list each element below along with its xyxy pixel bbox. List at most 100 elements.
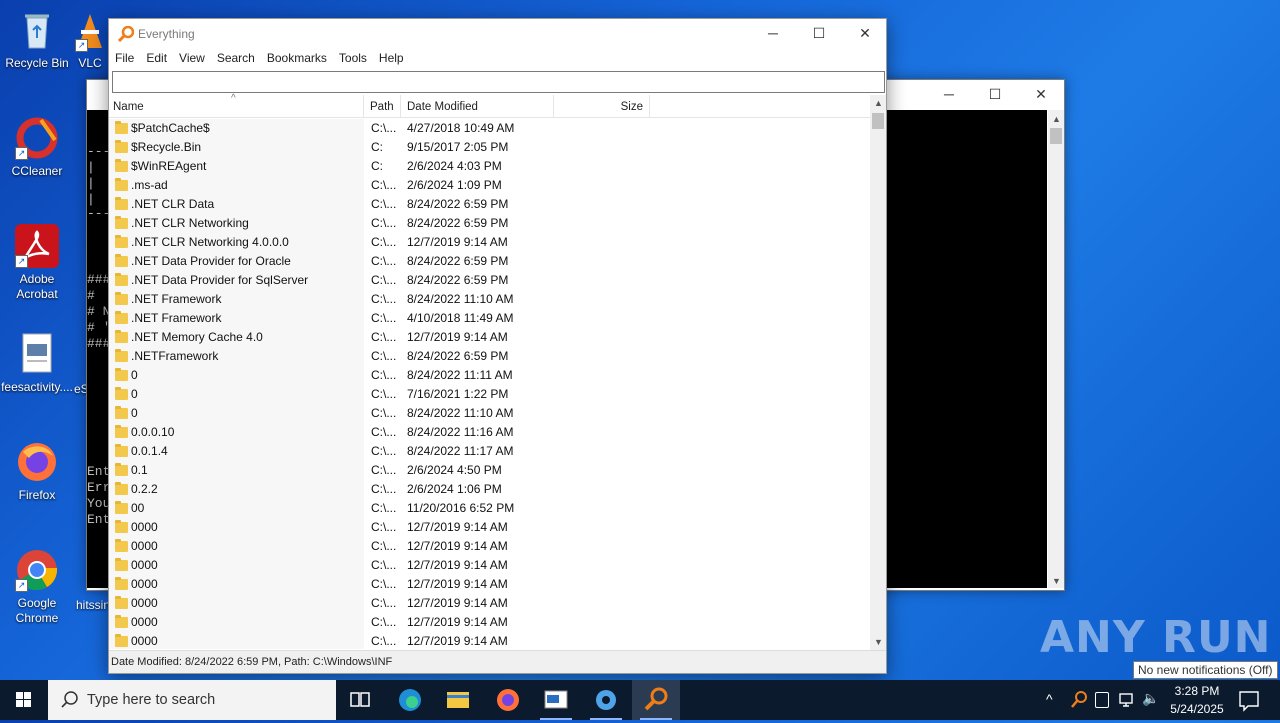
table-row[interactable]: .NET Framework C:\... 4/10/2018 11:49 AM	[109, 309, 870, 328]
shortcut-arrow-icon: ↗	[75, 39, 88, 52]
menu-search[interactable]: Search	[211, 50, 261, 70]
firefox-icon	[497, 689, 519, 711]
desktop-icon-vlc[interactable]: ↗ VLC	[70, 8, 110, 71]
table-row[interactable]: .NET Data Provider for SqlServer C:\... 8/…	[109, 271, 870, 290]
desktop-icon-feesactivity[interactable]: feesactivity....	[1, 332, 73, 395]
minimize-button[interactable]: ─	[750, 19, 796, 48]
desktop-icon-label: VLC	[78, 56, 102, 70]
taskbar-firefox[interactable]	[484, 680, 532, 720]
menu-file[interactable]: File	[109, 50, 140, 70]
table-row[interactable]: 0.1 C:\... 2/6/2024 4:50 PM	[109, 461, 870, 480]
table-row[interactable]: .NET CLR Data C:\... 8/24/2022 6:59 PM	[109, 195, 870, 214]
desktop-icon-firefox[interactable]: Firefox	[1, 440, 73, 503]
console-scrollbar[interactable]: ▲ ▼	[1048, 110, 1064, 588]
close-button[interactable]: ✕	[842, 19, 888, 48]
taskbar-settings[interactable]	[582, 680, 630, 720]
maximize-button[interactable]: ☐	[972, 80, 1018, 109]
table-row[interactable]: 0.0.1.4 C:\... 8/24/2022 11:17 AM	[109, 442, 870, 461]
table-row[interactable]: .ms-ad C:\... 2/6/2024 1:09 PM	[109, 176, 870, 195]
tray-device-icon[interactable]	[1095, 692, 1109, 708]
file-date: 8/24/2022 11:17 AM	[407, 444, 514, 458]
acrobat-icon: ↗	[15, 224, 59, 268]
close-button[interactable]: ✕	[1018, 80, 1064, 109]
results-scrollbar[interactable]: ▲ ▼	[870, 95, 886, 650]
table-row[interactable]: 0 C:\... 8/24/2022 11:10 AM	[109, 404, 870, 423]
table-row[interactable]: .NET Framework C:\... 8/24/2022 11:10 AM	[109, 290, 870, 309]
chrome-icon: ↗	[15, 548, 59, 592]
search-input[interactable]	[112, 71, 885, 93]
table-row[interactable]: 0000 C:\... 12/7/2019 9:14 AM	[109, 613, 870, 632]
file-path: C:\...	[371, 558, 397, 572]
tray-chevron-icon[interactable]: ^	[1046, 691, 1053, 707]
desktop-icon-ccleaner[interactable]: ↗ CCleaner	[1, 116, 73, 179]
table-row[interactable]: 0000 C:\... 12/7/2019 9:14 AM	[109, 575, 870, 594]
scroll-up-icon[interactable]: ▲	[1052, 114, 1061, 124]
folder-icon	[115, 520, 128, 533]
menu-help[interactable]: Help	[373, 50, 410, 70]
table-row[interactable]: $PatchCache$ C:\... 4/27/2018 10:49 AM	[109, 119, 870, 138]
table-row[interactable]: .NET Memory Cache 4.0 C:\... 12/7/2019 9:1…	[109, 328, 870, 347]
table-row[interactable]: 0 C:\... 7/16/2021 1:22 PM	[109, 385, 870, 404]
name-cell: 0000	[109, 594, 364, 613]
column-path[interactable]: Path	[364, 95, 401, 117]
table-row[interactable]: 0000 C:\... 12/7/2019 9:14 AM	[109, 556, 870, 575]
file-name: 0	[131, 406, 138, 420]
volume-icon[interactable]: 🔈	[1142, 690, 1159, 707]
scroll-thumb[interactable]	[1050, 128, 1062, 144]
desktop-icon-acrobat[interactable]: ↗ Adobe Acrobat	[1, 224, 73, 302]
scroll-up-icon[interactable]: ▲	[874, 98, 883, 108]
table-row[interactable]: .NET CLR Networking C:\... 8/24/2022 6:59 …	[109, 214, 870, 233]
table-row[interactable]: 0000 C:\... 12/7/2019 9:14 AM	[109, 632, 870, 649]
clock-date[interactable]: 5/24/2025	[1166, 702, 1228, 716]
file-name: .NET Framework	[131, 292, 222, 306]
table-row[interactable]: 0.0.0.10 C:\... 8/24/2022 11:16 AM	[109, 423, 870, 442]
desktop-icon-recycle-bin[interactable]: Recycle Bin	[1, 8, 73, 71]
table-row[interactable]: 0.2.2 C:\... 2/6/2024 1:06 PM	[109, 480, 870, 499]
table-row[interactable]: $WinREAgent C: 2/6/2024 4:03 PM	[109, 157, 870, 176]
task-view-button[interactable]	[336, 680, 384, 720]
table-row[interactable]: 0 C:\... 8/24/2022 11:11 AM	[109, 366, 870, 385]
table-row[interactable]: .NET CLR Networking 4.0.0.0 C:\... 12/7/20…	[109, 233, 870, 252]
taskbar-search[interactable]: Type here to search	[48, 680, 336, 720]
scroll-down-icon[interactable]: ▼	[1052, 576, 1061, 586]
file-name: .NETFramework	[131, 349, 219, 363]
table-row[interactable]: 0000 C:\... 12/7/2019 9:14 AM	[109, 594, 870, 613]
file-name: .NET CLR Networking 4.0.0.0	[131, 235, 289, 249]
start-button[interactable]	[0, 680, 48, 720]
name-cell: 0000	[109, 632, 364, 649]
minimize-button[interactable]: ─	[926, 80, 972, 109]
table-row[interactable]: $Recycle.Bin C: 9/15/2017 2:05 PM	[109, 138, 870, 157]
column-size[interactable]: Size	[554, 95, 650, 117]
network-icon[interactable]	[1118, 692, 1136, 711]
tray-everything-icon[interactable]	[1070, 690, 1088, 713]
menu-view[interactable]: View	[173, 50, 211, 70]
console-line: ###	[87, 272, 111, 287]
menu-bookmarks[interactable]: Bookmarks	[261, 50, 333, 70]
console-line: You	[87, 496, 111, 511]
menu-edit[interactable]: Edit	[140, 50, 173, 70]
everything-window[interactable]: Everything ─ ☐ ✕ File Edit View Search B…	[108, 18, 887, 674]
table-row[interactable]: 00 C:\... 11/20/2016 6:52 PM	[109, 499, 870, 518]
taskbar-edge[interactable]	[386, 680, 434, 720]
watermark: ANY RUN	[1040, 612, 1272, 663]
file-date: 2/6/2024 1:09 PM	[407, 178, 502, 192]
maximize-button[interactable]: ☐	[796, 19, 842, 48]
table-row[interactable]: 0000 C:\... 12/7/2019 9:14 AM	[109, 537, 870, 556]
notification-center-button[interactable]	[1232, 680, 1280, 720]
clock-time[interactable]: 3:28 PM	[1166, 684, 1228, 698]
scroll-down-icon[interactable]: ▼	[874, 637, 883, 647]
menu-tools[interactable]: Tools	[333, 50, 373, 70]
table-row[interactable]: .NETFramework C:\... 8/24/2022 6:59 PM	[109, 347, 870, 366]
desktop-icon-chrome[interactable]: ↗ Google Chrome	[1, 548, 73, 626]
scroll-thumb[interactable]	[872, 113, 884, 129]
taskbar-everything[interactable]	[632, 680, 680, 720]
table-row[interactable]: .NET Data Provider for Oracle C:\... 8/24/…	[109, 252, 870, 271]
taskbar-console[interactable]	[532, 680, 580, 720]
everything-titlebar[interactable]: Everything ─ ☐ ✕	[109, 19, 886, 49]
column-name[interactable]: Name ^	[109, 93, 364, 117]
column-date-modified[interactable]: Date Modified	[401, 95, 554, 117]
console-line: Err	[87, 480, 111, 495]
results-list[interactable]: $PatchCache$ C:\... 4/27/2018 10:49 AM $Rec…	[109, 119, 870, 649]
taskbar-file-explorer[interactable]	[434, 680, 482, 720]
table-row[interactable]: 0000 C:\... 12/7/2019 9:14 AM	[109, 518, 870, 537]
